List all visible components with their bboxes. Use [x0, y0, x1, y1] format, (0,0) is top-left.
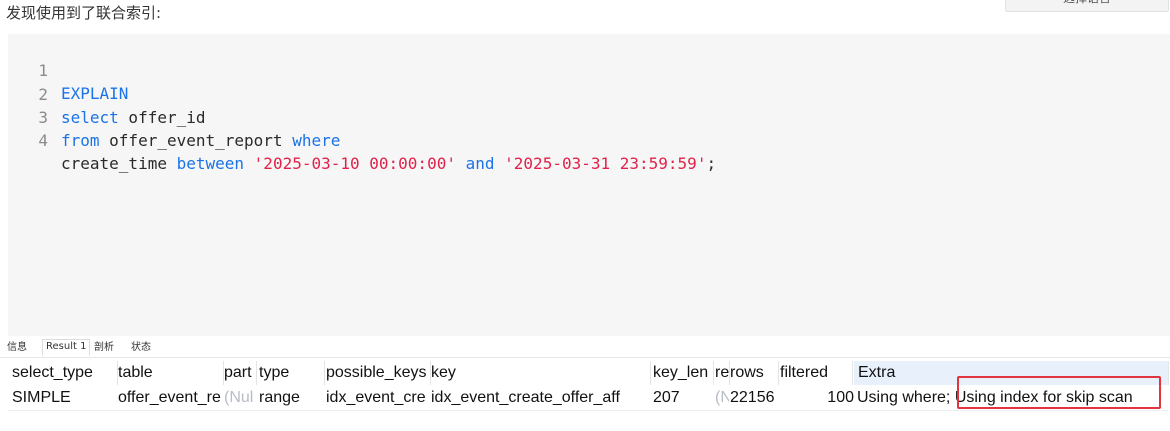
- keyword-where: where: [292, 131, 341, 150]
- column-header-key-len[interactable]: key_len: [653, 361, 714, 385]
- sql-editor[interactable]: 1 EXPLAIN 2 select offer_id 3 from offer…: [8, 34, 1170, 336]
- string-literal-start: '2025-03-10 00:00:00': [253, 154, 456, 173]
- keyword-between: between: [176, 154, 245, 173]
- intro-text: 发现使用到了联合索引:: [6, 4, 162, 22]
- column-header-key[interactable]: key: [431, 361, 651, 385]
- column-header-filtered[interactable]: filtered: [780, 361, 853, 385]
- column-header-select-type[interactable]: select_type: [8, 361, 118, 385]
- code-line-4: 4 create_time between '2025-03-10 00:00:…: [8, 106, 716, 173]
- column-header-possible-keys[interactable]: possible_keys: [326, 361, 431, 385]
- tab-result-1[interactable]: Result 1: [42, 339, 91, 356]
- code-semicolon: ;: [706, 154, 717, 173]
- cell-ref[interactable]: (N: [715, 386, 729, 410]
- code-text: create_time: [61, 154, 177, 173]
- keyword-and: and: [465, 154, 495, 173]
- code-line-1: 1 EXPLAIN: [8, 36, 128, 103]
- string-literal-end: '2025-03-31 23:59:59': [504, 154, 707, 173]
- cell-rows[interactable]: 22156: [730, 386, 778, 410]
- cell-type[interactable]: range: [259, 386, 324, 410]
- highlight-box: [957, 376, 1161, 409]
- cell-key-len[interactable]: 207: [653, 386, 713, 410]
- column-header-type[interactable]: type: [259, 361, 325, 385]
- cell-partitions[interactable]: (Nul: [224, 386, 256, 410]
- line-number: 4: [38, 131, 48, 150]
- keyword-from: from: [61, 131, 100, 150]
- column-header-partitions[interactable]: part: [224, 361, 257, 385]
- keyword-explain: EXPLAIN: [61, 84, 129, 103]
- tab-status[interactable]: 状态: [131, 341, 151, 355]
- cell-select-type[interactable]: SIMPLE: [8, 386, 117, 410]
- tab-profile[interactable]: 剖析: [94, 341, 114, 355]
- column-header-ref[interactable]: re: [715, 361, 730, 385]
- column-header-rows[interactable]: rows: [730, 361, 779, 385]
- code-line-3: 3 from offer_event_report where: [8, 83, 340, 150]
- cell-table[interactable]: offer_event_re: [118, 386, 222, 410]
- cell-filtered[interactable]: 100: [780, 386, 854, 410]
- tab-info[interactable]: 信息: [7, 341, 27, 355]
- result-tabs: 信息 Result 1 剖析 状态: [0, 338, 1170, 358]
- cell-key[interactable]: idx_event_create_offer_aff: [431, 386, 650, 410]
- keyword-select: select: [61, 108, 119, 127]
- code-line-2: 2 select offer_id: [8, 60, 205, 127]
- code-text: offer_id: [118, 108, 206, 127]
- code-text: offer_event_report: [99, 131, 293, 150]
- cell-possible-keys[interactable]: idx_event_cre: [326, 386, 430, 410]
- language-select-button[interactable]: 选择语言: [1005, 0, 1169, 12]
- column-header-table[interactable]: table: [118, 361, 224, 385]
